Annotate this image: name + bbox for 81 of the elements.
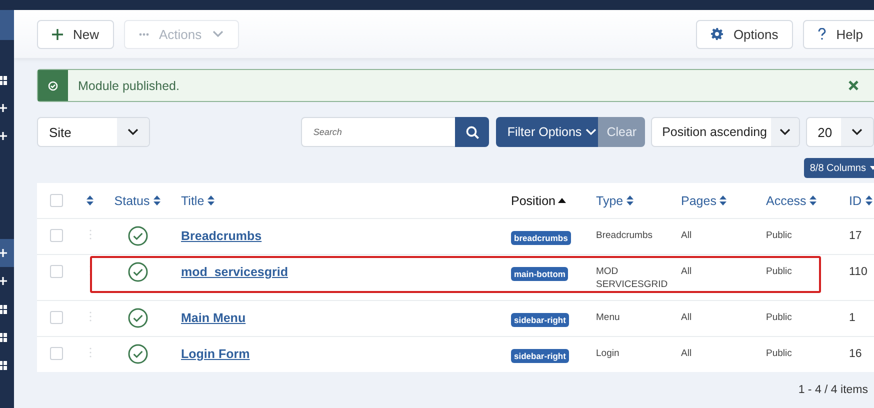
question-icon <box>818 28 826 40</box>
published-check-icon[interactable] <box>128 344 148 364</box>
position-badge: breadcrumbs <box>511 231 571 245</box>
column-header[interactable]: ID <box>849 194 872 208</box>
plus-icon <box>0 132 7 140</box>
new-button[interactable]: New <box>37 20 114 48</box>
pagination-info: 1 - 4 / 4 items <box>798 384 868 396</box>
table-cell: Public <box>766 229 792 242</box>
select-all-checkbox[interactable] <box>50 194 62 207</box>
grid-icon <box>0 360 7 370</box>
close-icon[interactable] <box>848 80 859 91</box>
published-check-icon[interactable] <box>128 226 148 246</box>
grid-icon <box>0 332 7 342</box>
limit-select[interactable]: 20 <box>806 117 874 147</box>
chevron-down-icon <box>212 30 224 38</box>
module-title-link[interactable]: Main Menu <box>181 311 246 325</box>
grid-icon <box>0 76 7 84</box>
row-checkbox[interactable] <box>50 311 62 324</box>
table-cell: All <box>681 265 692 278</box>
table-cell: Public <box>766 311 792 324</box>
plus-icon <box>0 104 7 112</box>
table-cell: Public <box>766 265 792 278</box>
module-title-link[interactable]: Login Form <box>181 347 250 361</box>
ordering-select[interactable]: Position ascending <box>651 117 800 147</box>
sort-icon <box>207 195 216 206</box>
module-title-link[interactable]: Breadcrumbs <box>181 229 262 243</box>
table-cell: All <box>681 347 692 360</box>
sidebar-item[interactable] <box>0 239 14 267</box>
chevron-down-icon <box>127 128 140 136</box>
sort-icon <box>626 195 634 206</box>
sort-icon <box>152 195 161 206</box>
sort-icon <box>86 195 94 206</box>
plus-icon <box>52 28 63 40</box>
table-cell: MOD SERVICESGRID <box>596 265 668 291</box>
position-badge: sidebar-right <box>511 349 569 363</box>
sort-icon <box>864 195 872 206</box>
table-cell: All <box>681 229 692 242</box>
plus-icon <box>0 277 7 285</box>
column-header[interactable]: Access <box>766 194 818 208</box>
table-cell: Login <box>596 347 620 360</box>
table-cell: Menu <box>596 311 620 324</box>
row-checkbox[interactable] <box>50 229 62 242</box>
row-checkbox[interactable] <box>50 265 62 278</box>
chevron-down-icon <box>584 128 597 136</box>
sort-icon <box>719 195 728 206</box>
column-header[interactable]: Status <box>114 194 161 208</box>
chevron-down-icon <box>778 128 791 136</box>
table-cell: Public <box>766 347 792 360</box>
check-circle-icon <box>48 80 58 90</box>
table-cell: All <box>681 311 692 324</box>
position-badge: sidebar-right <box>511 313 569 327</box>
search-icon <box>466 126 479 138</box>
search-field[interactable]: Search <box>301 117 456 147</box>
alert-message: Module published. <box>78 78 180 92</box>
grid-icon <box>0 304 7 314</box>
client-select[interactable]: Site <box>37 117 150 147</box>
column-header[interactable]: Position <box>511 194 566 208</box>
sort-icon <box>809 195 818 206</box>
table-cell: 110 <box>849 266 868 278</box>
options-button[interactable]: Options <box>696 20 794 48</box>
columns-button[interactable]: 8/8 Columns <box>804 158 874 178</box>
column-header[interactable]: Pages <box>681 194 728 208</box>
column-header[interactable]: Title <box>181 194 216 208</box>
ellipsis-icon <box>139 32 150 36</box>
position-badge: main-bottom <box>511 267 568 281</box>
table-cell: 1 <box>849 312 856 324</box>
help-button[interactable]: Help <box>803 20 874 48</box>
chevron-down-icon <box>851 128 864 136</box>
published-check-icon[interactable] <box>128 308 148 328</box>
plus-icon <box>0 249 7 257</box>
gear-icon <box>711 28 724 40</box>
module-title-link[interactable]: mod_servicesgrid <box>181 265 288 279</box>
table-cell: 17 <box>849 230 862 242</box>
table-cell: Breadcrumbs <box>596 229 652 242</box>
search-button[interactable] <box>455 117 490 147</box>
published-check-icon[interactable] <box>128 262 148 282</box>
row-checkbox[interactable] <box>50 347 62 360</box>
sort-up-icon <box>558 198 566 203</box>
filter-options-button[interactable]: Filter Options <box>496 117 598 147</box>
column-header[interactable]: Type <box>596 194 634 208</box>
table-cell: 16 <box>849 348 862 360</box>
